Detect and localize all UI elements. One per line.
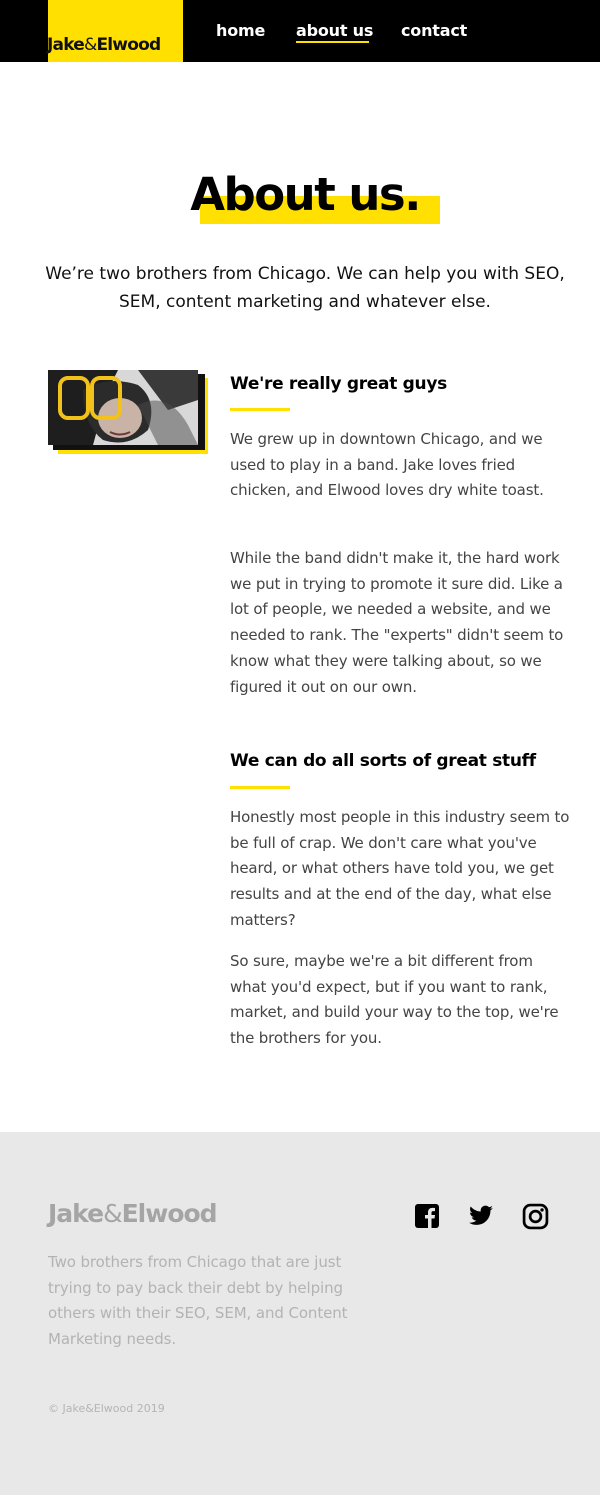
section-paragraph: While the band didn't make it, the hard …: [230, 549, 564, 696]
section-paragraph: We grew up in downtown Chicago, and we u…: [230, 430, 544, 500]
page-title: About us.: [190, 168, 421, 221]
site-header: Jake&Elwood home about us contact: [0, 0, 600, 62]
twitter-icon[interactable]: [467, 1203, 495, 1231]
instagram-icon[interactable]: [522, 1203, 550, 1231]
section-paragraph: So sure, maybe we're a bit different fro…: [230, 952, 559, 1048]
facebook-icon[interactable]: [414, 1203, 442, 1231]
section-paragraph: Honestly most people in this industry se…: [230, 808, 570, 929]
logo-part2: Elwood: [96, 35, 161, 55]
site-logo[interactable]: Jake&Elwood: [47, 35, 161, 55]
section-title-bar: [230, 408, 290, 411]
footer-logo[interactable]: Jake&Elwood: [48, 1199, 218, 1228]
section-title-great-stuff: We can do all sorts of great stuff: [230, 751, 536, 771]
footer-logo-part1: Jake: [48, 1199, 104, 1228]
section-title-great-guys: We're really great guys: [230, 374, 447, 394]
footer-logo-part2: Elwood: [121, 1199, 218, 1228]
brothers-photo: [48, 370, 198, 445]
photo-illustration: [48, 370, 198, 445]
logo-part1: Jake: [47, 35, 85, 55]
copyright-text: © Jake&Elwood 2019: [48, 1402, 165, 1415]
active-nav-underline: [296, 41, 369, 43]
nav-contact-link[interactable]: contact: [401, 21, 467, 40]
section-title-bar: [230, 786, 290, 789]
intro-text: We’re two brothers from Chicago. We can …: [45, 264, 565, 312]
footer-logo-amp: &: [103, 1199, 122, 1228]
logo-amp: &: [83, 35, 97, 55]
nav-home-link[interactable]: home: [216, 21, 265, 40]
nav-about-link[interactable]: about us: [296, 21, 373, 40]
footer-description: Two brothers from Chicago that are just …: [48, 1253, 348, 1348]
